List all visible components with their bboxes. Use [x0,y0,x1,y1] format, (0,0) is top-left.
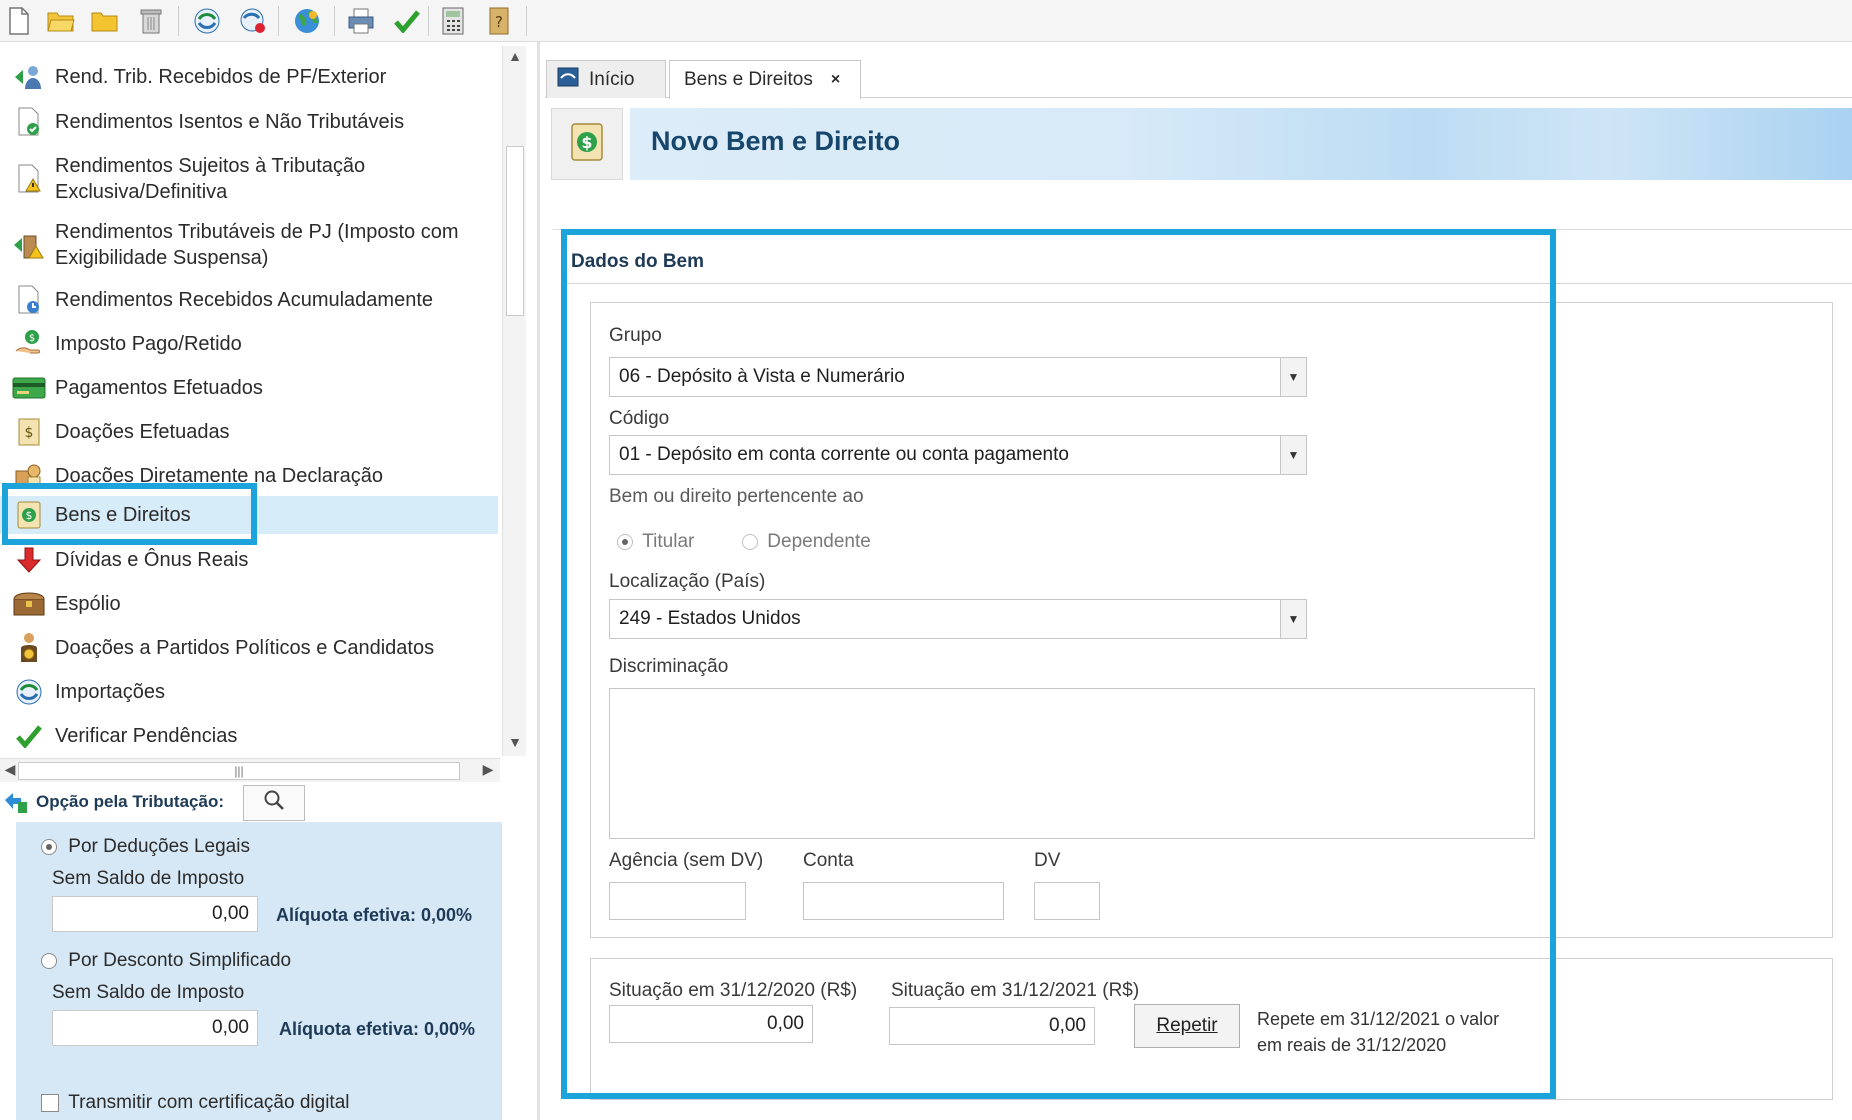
scroll-thumb[interactable] [506,146,524,316]
down-arrow-icon [12,543,46,577]
nav-item-rendimentos-pj-suspensa[interactable]: Rendimentos Tributáveis de PJ (Imposto c… [0,214,498,276]
nav-item-rendimentos-acumuladamente[interactable]: Rendimentos Recebidos Acumuladamente [0,280,498,320]
nav-item-imposto-pago[interactable]: $ Imposto Pago/Retido [0,324,498,364]
chest-icon [12,587,46,621]
calculator-icon[interactable] [438,5,468,37]
open-folder-icon[interactable] [46,5,76,37]
tab-bens-direitos-label: Bens e Direitos [684,69,813,90]
nav-horizontal-scrollbar[interactable]: ◀ ||| ▶ [0,758,500,782]
dollar-doc-icon: $ [570,122,604,167]
transmitir-certificacao-label: Transmitir com certificação digital [68,1092,350,1113]
tab-inicio[interactable]: Início [546,60,666,98]
tab-bar: Início Bens e Direitos × [545,58,1852,99]
header-icon-box: $ [551,108,623,180]
scroll-thumb[interactable]: ||| [18,762,460,780]
receita-icon[interactable] [238,5,268,37]
scroll-right-icon[interactable]: ▶ [478,761,498,781]
import-icon[interactable] [192,5,222,37]
desconto-simplificado-label: Por Desconto Simplificado [68,950,292,971]
form-highlight-frame [561,229,1556,1099]
nav-item-rend-trib-pf[interactable]: Rend. Trib. Recebidos de PF/Exterior [0,58,498,96]
svg-text:$: $ [581,133,592,152]
building-arrow-icon [12,228,46,262]
nav-item-label: Espólio [55,593,121,615]
deducoes-legais-label: Por Deduções Legais [68,836,250,857]
deducoes-aliquota: Alíquota efetiva: 0,00% [276,905,473,925]
help-icon[interactable]: ? [484,5,514,37]
search-button[interactable] [243,785,305,821]
nav-item-verificar-pendencias[interactable]: Verificar Pendências [0,716,498,756]
desconto-simplificado-radio[interactable] [41,952,57,969]
folder-icon[interactable] [90,5,120,37]
selected-item-highlight [2,483,257,545]
transmitir-certificacao-checkbox[interactable] [41,1093,59,1112]
declaration-nav-tree: Rend. Trib. Recebidos de PF/Exterior Ren… [0,42,500,757]
tab-bens-direitos[interactable]: Bens e Direitos × [669,60,861,99]
deducoes-legais-option[interactable]: Por Deduções Legais [41,836,250,858]
nav-item-dividas-onus[interactable]: Dívidas e Ônus Reais [0,540,498,580]
deducoes-value: 0,00 [52,896,258,932]
tab-inicio-label: Início [589,68,635,90]
nav-item-label: Rend. Trib. Recebidos de PF/Exterior [55,66,387,88]
nav-item-label: Rendimentos Isentos e Não Tributáveis [55,111,405,133]
home-icon [557,67,579,93]
nav-item-label: Rendimentos Tributáveis de PJ (Imposto c… [55,221,459,269]
toolbar: ? [0,0,1852,42]
nav-item-label: Rendimentos Recebidos Acumuladamente [55,289,433,311]
print-icon[interactable] [346,5,376,37]
nav-item-label: Importações [55,681,166,703]
person-arrow-icon [12,60,46,94]
nav-item-label: Rendimentos Sujeitos à Tributação Exclusi… [55,155,366,203]
simplificado-value: 0,00 [52,1010,258,1046]
nav-item-rendimentos-isentos[interactable]: Rendimentos Isentos e Não Tributáveis [0,102,498,142]
page-title: Novo Bem e Direito [651,126,901,156]
simplificado-aliquota: Alíquota efetiva: 0,00% [279,1019,476,1039]
nav-item-label: Dívidas e Ônus Reais [55,549,249,571]
nav-item-label: Pagamentos Efetuados [55,377,263,399]
doc-warning-icon [12,162,46,196]
deducoes-legais-radio[interactable] [41,838,57,855]
globe-icon[interactable] [292,5,322,37]
close-icon[interactable]: × [831,71,840,89]
nav-item-rendimentos-exclusiva[interactable]: Rendimentos Sujeitos à Tributação Exclusi… [0,148,498,210]
desconto-simplificado-option[interactable]: Por Desconto Simplificado [41,950,291,972]
nav-item-espolio[interactable]: Espólio [0,584,498,624]
nav-item-importacoes[interactable]: Importações [0,672,498,712]
person-coin-icon [12,631,46,665]
search-icon [263,789,285,817]
nav-item-label: Doações a Partidos Políticos e Candidato… [55,637,435,659]
nav-item-label: Imposto Pago/Retido [55,333,242,355]
nav-item-pagamentos-efetuados[interactable]: Pagamentos Efetuados [0,368,498,408]
svg-text:$: $ [25,425,34,441]
transmitir-certificacao-option[interactable]: Transmitir com certificação digital [41,1092,350,1114]
import-icon [12,675,46,709]
opcao-tributacao-title: Opção pela Tributação: [36,792,224,811]
scroll-down-icon[interactable]: ▼ [505,734,525,754]
check-icon [12,719,46,753]
opcao-tributacao-panel: Por Deduções Legais Sem Saldo de Imposto… [16,822,502,1120]
doc-check-icon [12,105,46,139]
nav-item-label: Doações Efetuadas [55,421,230,443]
hand-coin-icon: $ [12,327,46,361]
nav-item-doacoes-partidos[interactable]: Doações a Partidos Políticos e Candidato… [0,628,498,668]
svg-text:$: $ [29,333,35,344]
deducoes-saldo-text: Sem Saldo de Imposto [52,868,245,889]
card-icon [12,371,46,405]
panel-divider[interactable] [537,42,540,1120]
scroll-up-icon[interactable]: ▲ [505,48,525,68]
new-file-icon[interactable] [4,5,34,37]
doc-clock-icon [12,283,46,317]
scroll-left-icon[interactable]: ◀ [0,761,20,781]
svg-text:?: ? [495,13,503,31]
tax-option-icon [4,790,28,819]
check-icon[interactable] [392,5,422,37]
simplificado-saldo-text: Sem Saldo de Imposto [52,982,245,1003]
nav-item-label: Verificar Pendências [55,725,238,747]
nav-item-doacoes-efetuadas[interactable]: $ Doações Efetuadas [0,412,498,452]
trash-icon[interactable] [136,5,166,37]
money-bag-icon: $ [12,415,46,449]
nav-vertical-scrollbar[interactable]: ▲ ▼ [502,46,526,756]
opcao-tributacao-header: Opção pela Tributação: [0,782,510,822]
